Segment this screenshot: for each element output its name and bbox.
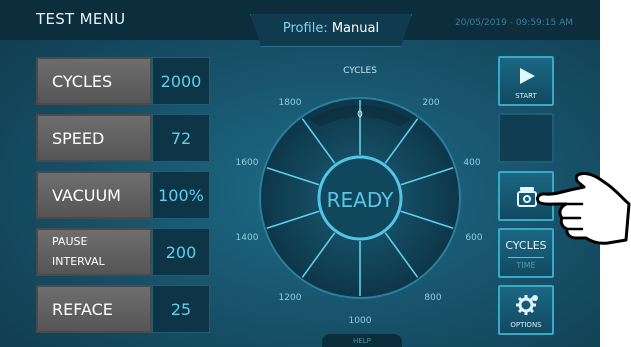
test-menu-screen: TEST MENU 20/05/2019 - 09:59:15 AM Profi…: [0, 0, 600, 347]
vacuum-label-button[interactable]: VACUUM: [36, 171, 152, 219]
cycles-label-button[interactable]: CYCLES: [36, 57, 152, 105]
toggle-time-label: TIME: [516, 261, 536, 270]
cycles-value[interactable]: 2000: [152, 57, 210, 105]
options-button[interactable]: OPTIONS: [498, 285, 554, 335]
toggle-divider: [508, 257, 544, 258]
profile-value: Manual: [331, 21, 380, 36]
dial-title: CYCLES: [343, 66, 377, 76]
param-cycles: CYCLES 2000: [36, 57, 210, 105]
datetime: 20/05/2019 - 09:59:15 AM: [455, 18, 574, 28]
help-tab[interactable]: HELP: [322, 334, 402, 347]
pause-interval-value[interactable]: 200: [152, 228, 210, 276]
play-icon: [520, 68, 535, 84]
scale-label-1800: 1800: [279, 98, 302, 108]
dial-status: READY: [327, 188, 395, 212]
pause-label-line1: PAUSE: [52, 235, 88, 248]
cycles-dial: CYCLES READY 0 200 400 600 800 1000 1200…: [236, 66, 483, 326]
scale-label-400: 400: [463, 158, 480, 168]
speed-value[interactable]: 72: [152, 114, 210, 162]
gear-icon: [516, 295, 538, 315]
scale-label-1000: 1000: [349, 316, 372, 326]
profile-label: Profile:: [282, 21, 328, 36]
scale-label-0: 0: [357, 110, 363, 120]
pause-interval-label-button[interactable]: PAUSE INTERVAL: [36, 228, 152, 276]
param-vacuum: VACUUM 100%: [36, 171, 210, 219]
empty-button-slot: [498, 113, 554, 163]
scale-label-200: 200: [422, 98, 439, 108]
reface-value[interactable]: 25: [152, 285, 210, 333]
profile-text: Profile: Manual: [251, 21, 411, 36]
pointing-hand-icon: [536, 172, 631, 245]
scale-label-1400: 1400: [236, 233, 259, 243]
scale-label-800: 800: [424, 293, 441, 303]
scale-label-600: 600: [465, 233, 482, 243]
start-label: START: [515, 92, 537, 100]
scale-label-1200: 1200: [279, 293, 302, 303]
param-speed: SPEED 72: [36, 114, 210, 162]
reface-label-button[interactable]: REFACE: [36, 285, 152, 333]
pause-label-line2: INTERVAL: [52, 255, 105, 268]
options-label: OPTIONS: [510, 321, 542, 329]
param-pause-interval: PAUSE INTERVAL 200: [36, 228, 210, 276]
profile-selector[interactable]: Profile: Manual: [250, 14, 412, 47]
param-reface: REFACE 25: [36, 285, 210, 333]
scale-label-1600: 1600: [236, 158, 259, 168]
speed-label-button[interactable]: SPEED: [36, 114, 152, 162]
start-button[interactable]: START: [498, 56, 554, 106]
vacuum-value[interactable]: 100%: [152, 171, 210, 219]
menu-title: TEST MENU: [36, 10, 126, 28]
